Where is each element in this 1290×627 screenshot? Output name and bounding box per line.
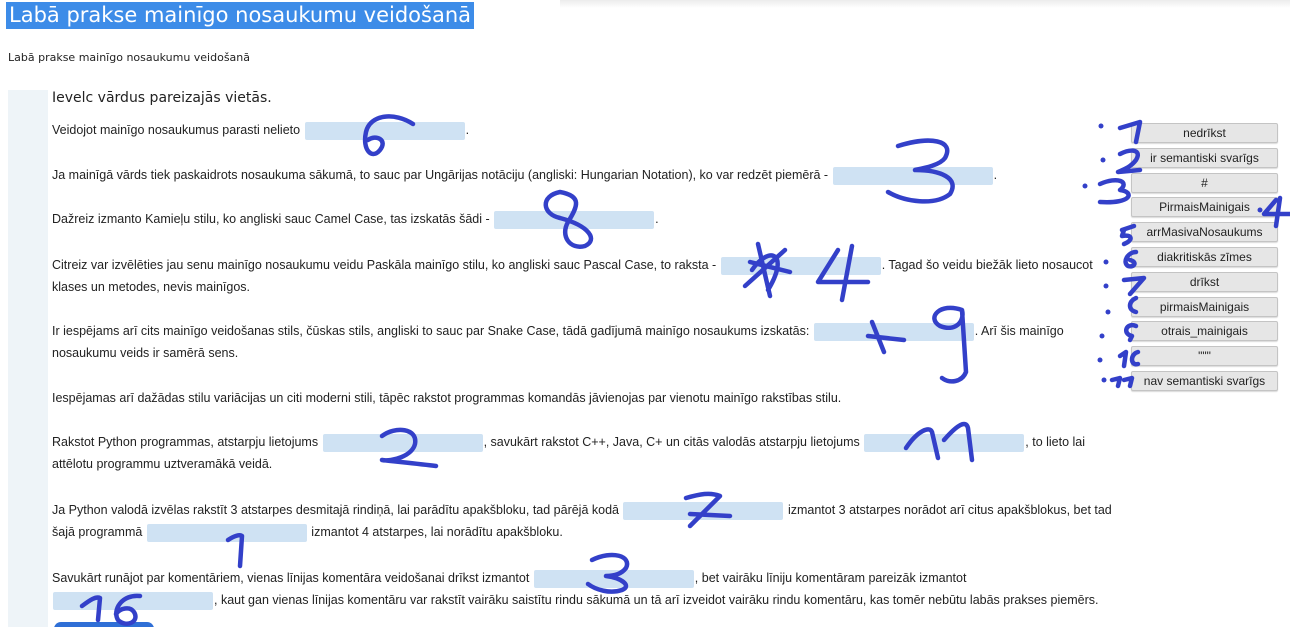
draggable-word[interactable]: pirmaisMainigais xyxy=(1131,296,1278,317)
draggable-word[interactable]: nedrīkst xyxy=(1131,123,1278,143)
page-title: Labā prakse mainīgo nosaukumu veidošanā xyxy=(6,2,475,29)
paragraph-text: , savukārt rakstot C++, Java, C+ un citā… xyxy=(483,435,860,449)
task-left-bar xyxy=(8,90,48,627)
paragraph-text: Ja mainīgā vārds tiek paskaidrots nosauk… xyxy=(52,168,829,182)
drop-zone-2[interactable] xyxy=(832,166,993,185)
paragraph-text: . xyxy=(993,168,998,182)
check-button[interactable] xyxy=(54,622,154,627)
drop-zone-4[interactable] xyxy=(720,256,881,275)
draggable-word[interactable]: PirmaisMainigais xyxy=(1131,197,1278,218)
paragraph-text: , kaut gan vienas līnijas komentāru var … xyxy=(214,593,1099,607)
paragraph-2: Ja mainīgā vārds tiek paskaidrots nosauk… xyxy=(52,164,1117,186)
paragraph-text: izmantot 4 atstarpes, lai norādītu apakš… xyxy=(311,525,563,539)
paragraph-8: Ja Python valodā izvēlas rakstīt 3 atsta… xyxy=(52,499,1117,543)
draggable-word[interactable]: nav semantiski svarīgs xyxy=(1131,370,1278,391)
paragraph-9: Savukārt runājot par komentāriem, vienas… xyxy=(52,567,1117,611)
word-bank: nedrīkst ir semantiski svarīgs # Pirmais… xyxy=(1131,123,1278,396)
drop-zone-10[interactable] xyxy=(533,569,694,588)
draggable-word[interactable]: """ xyxy=(1131,346,1278,367)
paragraph-text: Ja Python valodā izvēlas rakstīt 3 atsta… xyxy=(52,503,619,517)
paragraph-text: Rakstot Python programmas, atstarpju lie… xyxy=(52,435,319,449)
paragraph-text: Dažreiz izmanto Kamieļu stilu, ko anglis… xyxy=(52,212,490,226)
handwritten-mark xyxy=(1109,375,1135,389)
draggable-word[interactable]: diakritiskās zīmes xyxy=(1131,246,1278,267)
drop-zone-9[interactable] xyxy=(146,523,307,542)
draggable-word[interactable]: # xyxy=(1131,172,1278,193)
draggable-word[interactable]: ir semantiski svarīgs xyxy=(1131,147,1278,168)
page-subtitle: Labā prakse mainīgo nosaukumu veidošanā xyxy=(8,51,251,64)
paragraph-6: Iespējamas arī dažādas stilu variācijas … xyxy=(52,387,1117,409)
drop-zone-3[interactable] xyxy=(494,210,655,229)
paragraph-4: Citreiz var izvēlēties jau senu mainīgo … xyxy=(52,254,1117,298)
paragraph-text: . xyxy=(465,123,470,137)
drop-zone-7[interactable] xyxy=(864,433,1025,452)
draggable-word[interactable]: drīkst xyxy=(1131,271,1278,292)
paragraph-text: . xyxy=(655,212,659,226)
handwritten-dot xyxy=(1101,377,1107,383)
paragraph-text: Ir iespējams arī cits mainīgo veidošanas… xyxy=(52,324,810,338)
drop-zone-8[interactable] xyxy=(623,501,784,520)
header-shadow xyxy=(560,0,1290,8)
paragraph-text: Iespējamas arī dažādas stilu variācijas … xyxy=(52,391,842,405)
drop-zone-11[interactable] xyxy=(53,591,213,610)
drop-zone-1[interactable] xyxy=(304,121,465,140)
paragraph-5: Ir iespējams arī cits mainīgo veidošanas… xyxy=(52,320,1117,364)
task-instructions: Ievelc vārdus pareizajās vietās. xyxy=(52,90,272,106)
handwritten-dot xyxy=(1105,309,1111,315)
draggable-word[interactable]: otrais_mainigais xyxy=(1131,321,1278,342)
paragraph-text: Veidojot mainīgo nosaukumus parasti neli… xyxy=(52,123,301,137)
draggable-word[interactable]: arrMasivaNosaukums xyxy=(1131,222,1278,243)
paragraph-text: Citreiz var izvēlēties jau senu mainīgo … xyxy=(52,258,717,272)
paragraph-text: , bet vairāku līniju komentāram pareizāk… xyxy=(694,571,967,585)
paragraph-7: Rakstot Python programmas, atstarpju lie… xyxy=(52,431,1117,475)
drop-zone-6[interactable] xyxy=(322,433,483,452)
paragraph-1: Veidojot mainīgo nosaukumus parasti neli… xyxy=(52,119,1117,141)
paragraph-3: Dažreiz izmanto Kamieļu stilu, ko anglis… xyxy=(52,208,1117,230)
drop-zone-5[interactable] xyxy=(813,322,974,341)
handwritten-dot xyxy=(1100,157,1106,163)
paragraph-text: Savukārt runājot par komentāriem, vienas… xyxy=(52,571,530,585)
